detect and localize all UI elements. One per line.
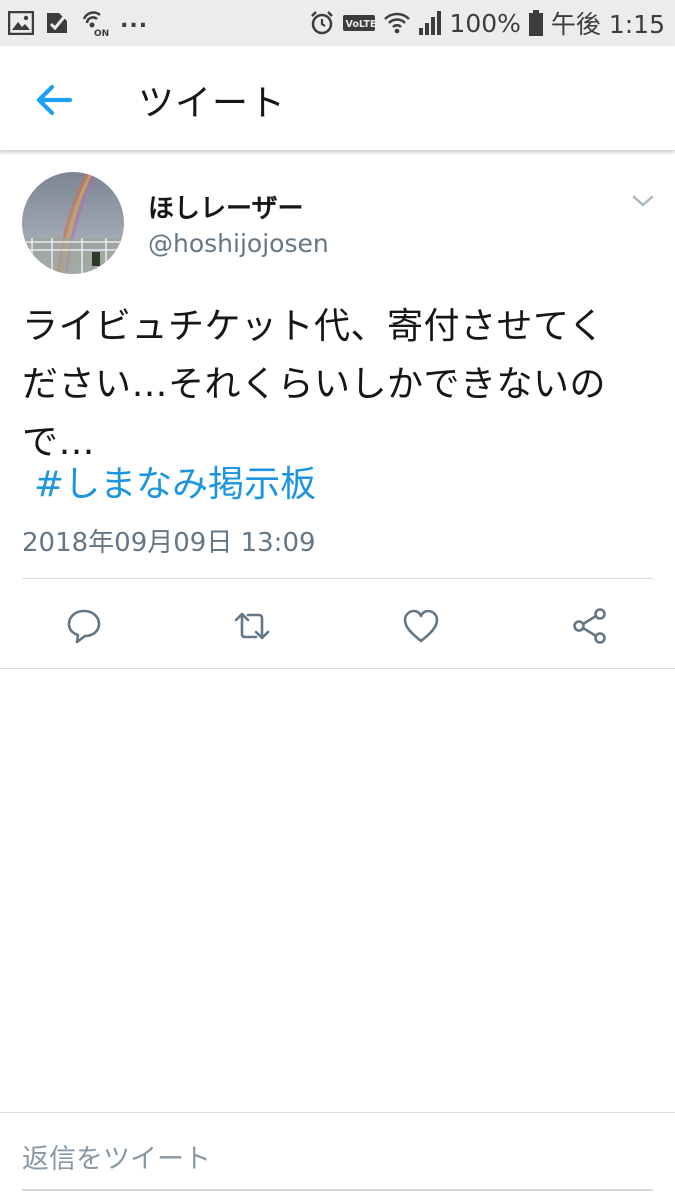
wifi-icon <box>383 10 411 36</box>
share-button[interactable] <box>570 606 610 646</box>
check-icon <box>44 10 70 36</box>
more-notifications: ... <box>120 7 149 33</box>
screen-name[interactable]: @hoshijojosen <box>148 229 329 258</box>
app-bar: ツイート <box>0 46 675 151</box>
tweet-actions <box>0 580 675 668</box>
heart-icon <box>401 606 441 646</box>
reply-bar: 返信をツイート <box>0 1112 675 1201</box>
reply-input[interactable]: 返信をツイート <box>22 1137 211 1176</box>
status-bar: ON ... VoLTE 100% 午後 1:15 <box>0 0 675 46</box>
back-button[interactable] <box>32 78 76 122</box>
page-title: ツイート <box>138 83 287 124</box>
svg-text:ON: ON <box>94 29 109 37</box>
arrow-left-icon <box>32 78 76 122</box>
tweet-text: ライビュチケット代、寄付させてく ださい…それくらいしかできないの で… <box>22 306 607 463</box>
reply-button[interactable] <box>64 606 104 646</box>
nfc-on-icon: ON <box>80 9 110 37</box>
like-button[interactable] <box>401 606 441 646</box>
divider <box>0 668 675 669</box>
tweet-menu-button[interactable] <box>628 186 658 216</box>
signal-icon <box>418 10 442 36</box>
avatar[interactable] <box>22 172 124 274</box>
hashtag-link[interactable]: #しまなみ掲示板 <box>34 456 316 514</box>
divider <box>22 578 653 579</box>
image-icon <box>8 11 34 35</box>
battery-percent: 100% <box>449 8 521 38</box>
tweet-timestamp: 2018年09月09日 13:09 <box>22 528 316 558</box>
status-bar-right: VoLTE 100% 午後 1:15 <box>302 5 665 41</box>
reply-input-underline <box>22 1189 653 1191</box>
clock: 午後 1:15 <box>550 10 665 39</box>
display-name[interactable]: ほしレーザー <box>148 188 303 225</box>
volte-label: VoLTE <box>346 19 377 30</box>
chevron-down-icon <box>628 186 658 216</box>
battery-icon <box>528 9 544 37</box>
volte-icon: VoLTE <box>342 13 376 33</box>
share-icon <box>570 606 610 646</box>
reply-icon <box>64 606 104 646</box>
retweet-button[interactable] <box>232 606 272 646</box>
alarm-icon <box>309 10 335 36</box>
retweet-icon <box>232 606 272 646</box>
status-bar-left: ON ... <box>8 7 158 37</box>
avatar-rainbow-photo <box>22 172 124 274</box>
